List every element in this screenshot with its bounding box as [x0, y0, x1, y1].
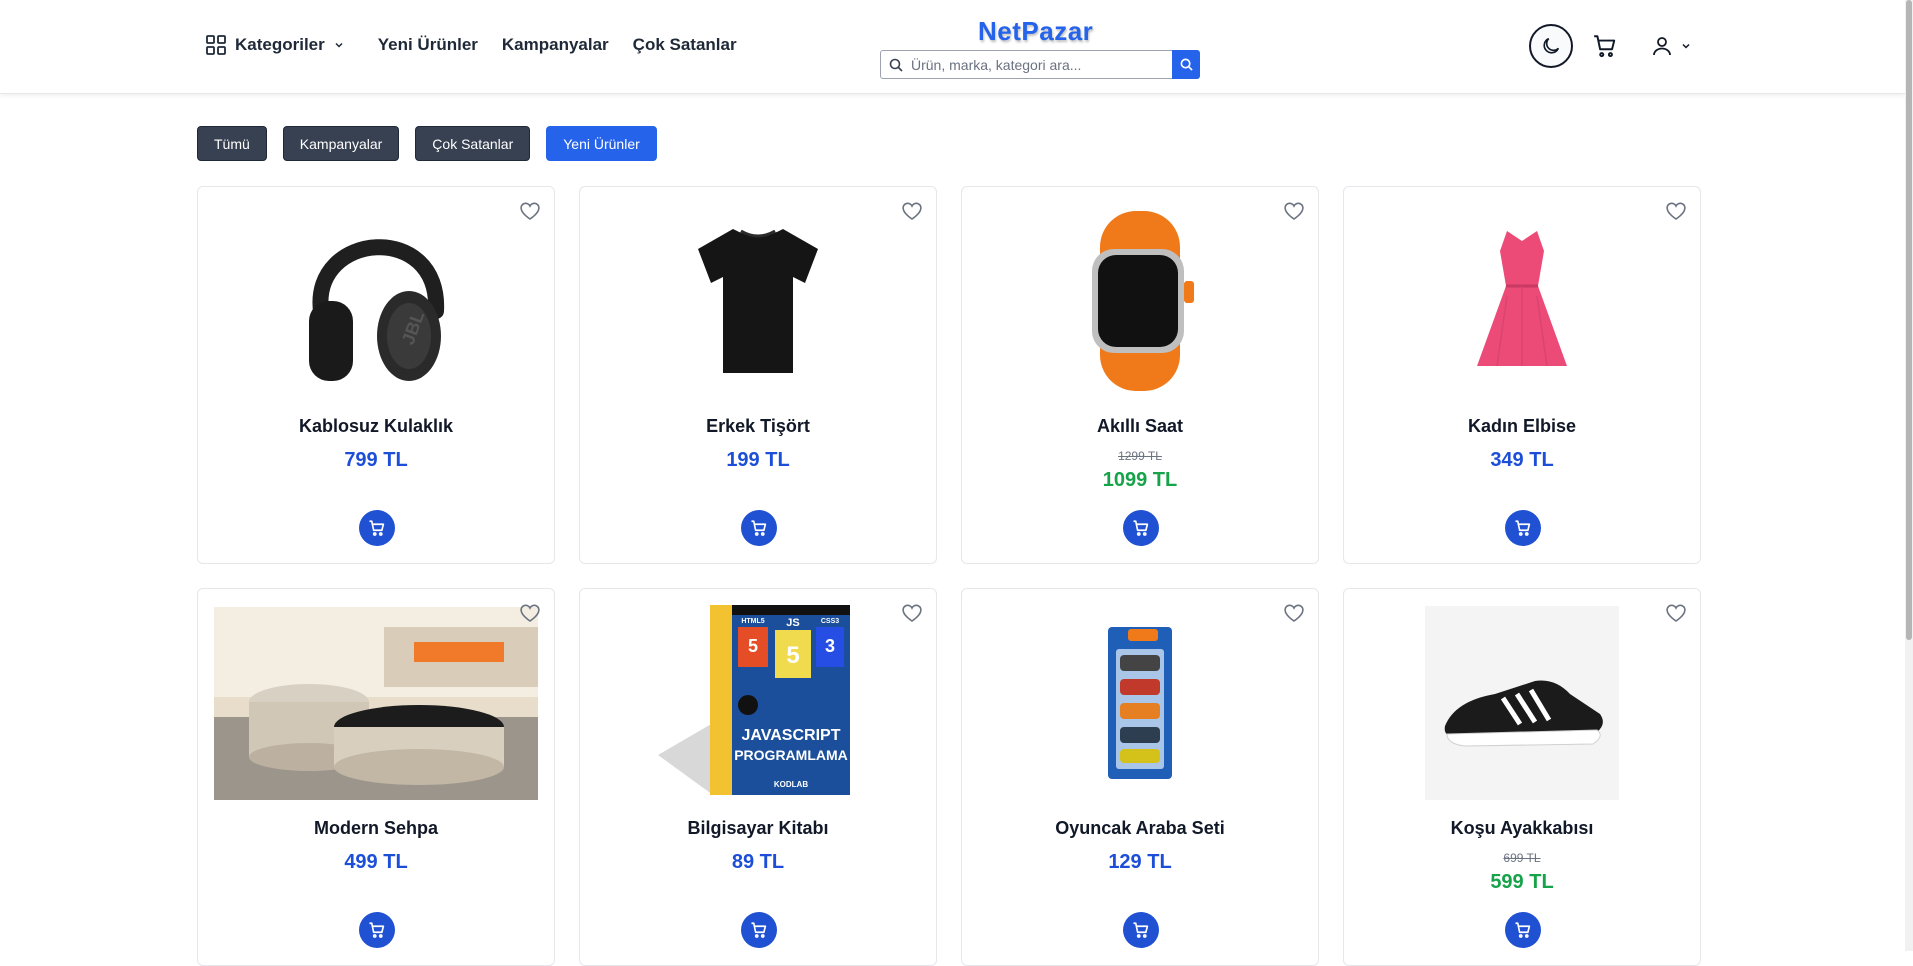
theme-toggle-button[interactable]	[1529, 24, 1573, 68]
svg-text:5: 5	[748, 636, 758, 656]
page-scrollbar[interactable]	[1905, 0, 1913, 951]
filter-bar: Tümü Kampanyalar Çok Satanlar Yeni Ürünl…	[197, 126, 657, 161]
cart-icon	[1515, 520, 1531, 536]
search-icon	[889, 58, 903, 72]
product-title[interactable]: Bilgisayar Kitabı	[580, 818, 936, 839]
product-title[interactable]: Kadın Elbise	[1344, 416, 1700, 437]
categories-label: Kategoriler	[235, 35, 325, 54]
product-card[interactable]: 5 5 3 HTML5 JS CSS3 JAVASCRIPT PROGRAMLA…	[579, 588, 937, 966]
chevron-down-icon	[1682, 43, 1690, 49]
nav-link-kampanyalar[interactable]: Kampanyalar	[502, 35, 609, 55]
product-title[interactable]: Oyuncak Araba Seti	[962, 818, 1318, 839]
product-title[interactable]: Modern Sehpa	[198, 818, 554, 839]
product-card[interactable]: Akıllı Saat 1299 TL 1099 TL	[961, 186, 1319, 564]
toy-cars-image	[978, 603, 1302, 803]
svg-text:5: 5	[786, 642, 799, 669]
main-nav: Kategoriler Yeni Ürünler Kampanyalar Çok…	[205, 30, 737, 60]
user-icon	[1653, 37, 1671, 56]
cart-icon	[1133, 520, 1149, 536]
chevron-down-icon	[335, 42, 343, 48]
book-title-line2: PROGRAMLAMA	[734, 747, 848, 763]
search-field-wrapper	[880, 50, 1172, 79]
add-to-cart-button[interactable]	[1505, 510, 1541, 546]
product-card[interactable]: Oyuncak Araba Seti 129 TL	[961, 588, 1319, 966]
book-css-label: CSS3	[821, 618, 839, 625]
product-card[interactable]: Kadın Elbise 349 TL	[1343, 186, 1701, 564]
brand-logo[interactable]: NetPazar	[978, 16, 1093, 47]
product-price: 499 TL	[344, 851, 408, 873]
cart-button[interactable]	[1592, 33, 1618, 64]
headphones-image: JBL	[214, 201, 538, 401]
filter-cok-satanlar[interactable]: Çok Satanlar	[415, 126, 531, 161]
product-card[interactable]: Erkek Tişört 199 TL	[579, 186, 937, 564]
tshirt-image	[596, 201, 920, 401]
add-to-cart-button[interactable]	[741, 912, 777, 948]
search-bar	[880, 50, 1200, 79]
product-card[interactable]: Modern Sehpa 499 TL	[197, 588, 555, 966]
filter-yeni-urunler[interactable]: Yeni Ürünler	[546, 126, 657, 161]
product-price: 89 TL	[731, 851, 785, 873]
running-shoe-image	[1360, 603, 1684, 803]
product-price: 349 TL	[1490, 449, 1554, 471]
product-title[interactable]: Akıllı Saat	[962, 416, 1318, 437]
book-image: 5 5 3 HTML5 JS CSS3 JAVASCRIPT PROGRAMLA…	[596, 603, 920, 803]
heart-icon[interactable]	[518, 601, 542, 625]
cart-icon	[751, 520, 767, 536]
book-title-line1: JAVASCRIPT	[742, 727, 841, 744]
user-menu-button[interactable]	[1650, 34, 1692, 58]
moon-icon	[1543, 37, 1560, 54]
cart-icon	[1515, 922, 1531, 938]
add-to-cart-button[interactable]	[1505, 912, 1541, 948]
cart-icon	[1594, 35, 1616, 58]
cart-icon	[369, 520, 385, 536]
svg-text:3: 3	[825, 636, 835, 656]
dress-image	[1360, 201, 1684, 401]
filter-tumu[interactable]: Tümü	[197, 126, 267, 161]
grid-icon	[206, 35, 226, 55]
book-publisher: KODLAB	[774, 780, 808, 789]
add-to-cart-button[interactable]	[359, 912, 395, 948]
product-title[interactable]: Koşu Ayakkabısı	[1344, 818, 1700, 839]
search-icon	[1180, 58, 1193, 71]
top-header: Kategoriler Yeni Ürünler Kampanyalar Çok…	[0, 0, 1905, 94]
add-to-cart-button[interactable]	[1123, 510, 1159, 546]
categories-menu-button[interactable]: Kategoriler	[205, 34, 345, 56]
product-card[interactable]: JBL Kablosuz Kulaklık 799 TL	[197, 186, 555, 564]
scrollbar-thumb[interactable]	[1906, 0, 1912, 640]
filter-kampanyalar[interactable]: Kampanyalar	[282, 126, 400, 161]
product-card[interactable]: Koşu Ayakkabısı 699 TL 599 TL	[1343, 588, 1701, 966]
book-js-label: JS	[786, 617, 799, 629]
cart-icon	[1133, 922, 1149, 938]
product-price: 199 TL	[726, 449, 790, 471]
product-price: 129 TL	[1108, 851, 1172, 873]
cart-icon	[369, 922, 385, 938]
nav-link-yeni-urunler[interactable]: Yeni Ürünler	[378, 35, 478, 55]
search-input[interactable]	[911, 56, 1161, 73]
coffee-table-image	[214, 603, 538, 803]
add-to-cart-button[interactable]	[1123, 912, 1159, 948]
smartwatch-image	[978, 201, 1302, 401]
product-title[interactable]: Kablosuz Kulaklık	[198, 416, 554, 437]
product-old-price: 1299 TL	[1118, 449, 1162, 463]
cart-icon	[751, 922, 767, 938]
add-to-cart-button[interactable]	[359, 510, 395, 546]
product-sale-price: 599 TL	[1490, 871, 1554, 893]
product-title[interactable]: Erkek Tişört	[580, 416, 936, 437]
product-grid: JBL Kablosuz Kulaklık 799 TL Erkek Tişör…	[197, 186, 1702, 966]
add-to-cart-button[interactable]	[741, 510, 777, 546]
book-html-label: HTML5	[741, 618, 764, 625]
product-sale-price: 1099 TL	[1102, 469, 1178, 491]
nav-link-cok-satanlar[interactable]: Çok Satanlar	[633, 35, 737, 55]
product-price: 799 TL	[344, 449, 408, 471]
product-old-price: 699 TL	[1503, 851, 1541, 865]
search-button[interactable]	[1172, 50, 1200, 79]
